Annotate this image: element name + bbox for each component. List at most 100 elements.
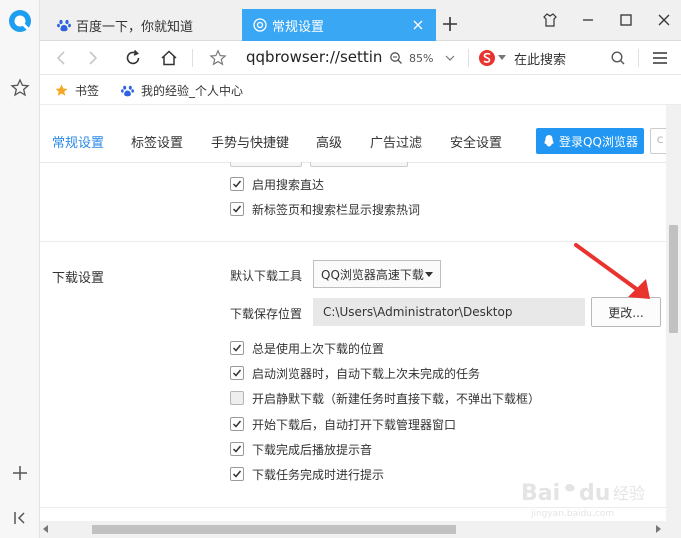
zoom-magnifier-icon [390, 52, 402, 64]
tab-general[interactable]: 常规设置 [52, 132, 104, 151]
option-open-manager[interactable]: 开始下载后，自动打开下载管理器窗口 [230, 415, 456, 433]
zoom-control[interactable]: 85% [389, 49, 455, 67]
checkbox[interactable] [230, 177, 244, 191]
zoom-level: 85% [409, 51, 434, 65]
star-icon [55, 84, 68, 96]
option-hot-words[interactable]: 新标签页和搜索栏显示搜索热词 [230, 200, 420, 218]
tab-ad-filter[interactable]: 广告过滤 [370, 132, 422, 151]
clipped-button-stub[interactable] [310, 162, 408, 167]
qq-penguin-icon [544, 135, 554, 147]
checkbox[interactable] [230, 202, 244, 216]
save-path-value: C:\Users\Administrator\Desktop [323, 305, 513, 319]
option-label: 启动浏览器时，自动下载上次未完成的任务 [252, 366, 481, 381]
close-tab-icon[interactable] [410, 17, 426, 33]
search-placeholder: 在此搜索 [514, 52, 567, 68]
bookmark-label: 书签 [75, 83, 100, 98]
back-arrow-icon[interactable] [50, 47, 72, 69]
settings-page: 常规设置 标签设置 手势与快捷键 高级 广告过滤 安全设置 登录QQ浏览器 C … [40, 105, 666, 521]
option-label: 下载任务完成时进行提示 [252, 467, 385, 482]
new-tab-plus-icon[interactable] [440, 14, 460, 34]
baidu-paw-icon [57, 19, 71, 32]
option-label: 下载完成后播放提示音 [252, 442, 373, 457]
left-sidebar [0, 0, 40, 538]
address-toolbar: qqbrowser://settin 85% 在此搜索 [40, 41, 681, 75]
maximize-icon[interactable] [616, 10, 636, 30]
bookmark-link[interactable]: 我的经验_个人中心 [120, 81, 243, 99]
default-tool-label: 默认下载工具 [230, 269, 303, 283]
checkmark-icon [232, 470, 242, 478]
option-completion-notice[interactable]: 下载任务完成时进行提示 [230, 465, 384, 483]
checkmark-icon [232, 205, 242, 213]
save-path-label: 下载保存位置 [230, 307, 303, 321]
toolbar-divider [468, 49, 469, 67]
favorites-star-icon[interactable] [8, 76, 32, 100]
qq-browser-logo-icon[interactable] [8, 9, 32, 33]
option-silent-download[interactable]: 开启静默下载（新建任务时直接下载，不弹出下载框） [230, 389, 540, 407]
clipped-button-stub[interactable] [230, 162, 302, 167]
horizontal-scroll-thumb[interactable] [92, 525, 456, 534]
bookmarks-bar: 书签 我的经验_个人中心 [40, 75, 681, 105]
option-search-direct[interactable]: 启用搜索直达 [230, 175, 324, 193]
checkbox[interactable] [230, 391, 244, 405]
svg-text:du: du [579, 481, 610, 506]
tab-gestures-shortcuts[interactable]: 手势与快捷键 [211, 132, 289, 151]
home-icon[interactable] [158, 47, 180, 69]
tab-strip: 百度一下，你就知道 常规设置 [40, 0, 681, 41]
checkbox[interactable] [230, 341, 244, 355]
checkmark-icon [232, 369, 242, 377]
caret-down-icon [498, 55, 506, 60]
login-qq-button[interactable]: 登录QQ浏览器 [536, 128, 644, 154]
tab-settings[interactable]: 常规设置 [242, 9, 436, 41]
checkbox[interactable] [230, 467, 244, 481]
sogou-s-icon [479, 50, 495, 66]
tab-tab-settings[interactable]: 标签设置 [131, 132, 183, 151]
horizontal-scrollbar[interactable] [40, 521, 666, 538]
scrollbar-corner [666, 521, 681, 538]
skin-shirt-icon[interactable] [540, 10, 560, 30]
close-window-icon[interactable] [654, 10, 674, 30]
download-tool-select[interactable]: QQ浏览器高速下载 [313, 260, 441, 288]
option-last-location[interactable]: 总是使用上次下载的位置 [230, 339, 384, 357]
checkbox[interactable] [230, 417, 244, 431]
option-label: 总是使用上次下载的位置 [252, 341, 385, 356]
menu-hamburger-icon[interactable] [649, 47, 671, 69]
tab-baidu[interactable]: 百度一下，你就知道 [46, 9, 236, 41]
tab-label: 常规设置 [272, 19, 325, 35]
option-label: 开启静默下载（新建任务时直接下载，不弹出下载框） [252, 391, 541, 406]
settings-gear-icon [253, 18, 267, 32]
checkbox[interactable] [230, 442, 244, 456]
url-field[interactable]: qqbrowser://settin [246, 48, 382, 66]
collapse-sidebar-icon[interactable] [8, 506, 32, 530]
scroll-right-arrow-icon[interactable] [656, 525, 661, 533]
baidu-jingyan-watermark: Bai du 经验 jingyan.baidu.com [521, 481, 645, 519]
tab-advanced[interactable]: 高级 [316, 132, 342, 151]
checkbox[interactable] [230, 366, 244, 380]
download-section-title: 下载设置 [52, 271, 105, 286]
option-play-sound[interactable]: 下载完成后播放提示音 [230, 440, 372, 458]
annotation-arrow-icon [574, 243, 650, 299]
svg-text:Bai: Bai [521, 481, 560, 506]
tab-security[interactable]: 安全设置 [450, 132, 502, 151]
settings-nav: 常规设置 标签设置 手势与快捷键 高级 广告过滤 安全设置 登录QQ浏览器 C [40, 105, 666, 163]
forward-arrow-icon[interactable] [82, 47, 104, 69]
login-label: 登录QQ浏览器 [559, 134, 638, 149]
svg-text:经验: 经验 [613, 484, 645, 503]
chevron-down-icon [446, 55, 455, 61]
refresh-icon[interactable] [122, 47, 144, 69]
toolbar-divider [638, 49, 639, 67]
checkmark-icon [232, 420, 242, 428]
vertical-scroll-thumb[interactable] [669, 225, 678, 333]
option-resume-downloads[interactable]: 启动浏览器时，自动下载上次未完成的任务 [230, 364, 480, 382]
add-sidebar-icon[interactable] [8, 461, 32, 485]
minimize-icon[interactable] [578, 10, 598, 30]
bookmark-folder[interactable]: 书签 [54, 81, 99, 99]
option-label: 启用搜索直达 [252, 177, 325, 192]
option-label: 新标签页和搜索栏显示搜索热词 [252, 202, 421, 217]
search-icon[interactable] [607, 47, 629, 69]
scroll-left-arrow-icon[interactable] [43, 525, 48, 533]
vertical-scrollbar[interactable] [666, 105, 681, 521]
clipped-button[interactable]: C [650, 128, 666, 154]
bookmark-star-icon[interactable] [207, 47, 229, 69]
tab-label: 百度一下，你就知道 [76, 19, 194, 35]
checkmark-icon [232, 180, 242, 188]
